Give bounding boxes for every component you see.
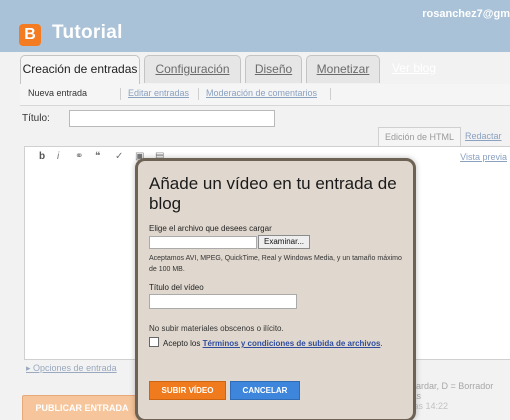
quote-icon[interactable]: ❝ bbox=[95, 151, 100, 162]
terms-suffix: . bbox=[380, 339, 383, 348]
video-title-input[interactable] bbox=[149, 294, 297, 309]
terms-prefix: Acepto los bbox=[163, 339, 201, 348]
dialog-title: Añade un vídeo en tu entrada de blog bbox=[149, 174, 397, 213]
subtab-divider bbox=[198, 88, 199, 100]
terms-row: Acepto los Términos y condiciones de sub… bbox=[149, 337, 404, 349]
title-label: Título: bbox=[22, 113, 50, 124]
bold-button[interactable]: b bbox=[39, 151, 45, 162]
file-prompt: Elige el archivo que desees cargar bbox=[149, 224, 272, 233]
subtab-editar-entradas[interactable]: Editar entradas bbox=[128, 88, 189, 98]
video-title-label: Título del vídeo bbox=[149, 283, 204, 292]
preview-link[interactable]: Vista previa bbox=[460, 152, 507, 162]
terms-link[interactable]: Términos y condiciones de subida de arch… bbox=[203, 339, 381, 348]
subtab-nueva-entrada[interactable]: Nueva entrada bbox=[28, 88, 87, 98]
spellcheck-icon[interactable]: ✓ bbox=[115, 151, 123, 162]
tab-monetizar[interactable]: Monetizar bbox=[306, 55, 380, 83]
subtab-moderacion[interactable]: Moderación de comentarios bbox=[206, 88, 317, 98]
subtab-bar: Nueva entrada Editar entradas Moderación… bbox=[20, 84, 510, 106]
post-options-link[interactable]: ▸ Opciones de entrada bbox=[26, 363, 117, 374]
video-upload-dialog: Añade un vídeo en tu entrada de blog Eli… bbox=[135, 158, 416, 420]
tab-redactar[interactable]: Redactar bbox=[459, 127, 508, 146]
post-options-label: Opciones de entrada bbox=[33, 363, 117, 373]
browse-button[interactable]: Examinar... bbox=[258, 235, 311, 249]
post-title-input[interactable] bbox=[69, 110, 275, 127]
blogger-logo-icon[interactable]: B bbox=[19, 24, 41, 46]
content-warning: No subir materiales obscenos o ilícito. bbox=[149, 324, 284, 333]
link-icon[interactable]: ⚭ bbox=[75, 151, 83, 162]
tab-creacion[interactable]: Creación de entradas bbox=[20, 55, 140, 85]
publish-button[interactable]: PUBLICAR ENTRADA bbox=[22, 395, 142, 420]
format-note: Aceptamos AVI, MPEG, QuickTime, Real y W… bbox=[149, 255, 402, 273]
upload-video-button[interactable]: SUBIR VÍDEO bbox=[149, 381, 226, 400]
tab-diseno[interactable]: Diseño bbox=[245, 55, 302, 83]
blogger-window: B Tutorial rosanchez7@gm Creación de ent… bbox=[0, 0, 510, 420]
tab-configuracion[interactable]: Configuración bbox=[144, 55, 241, 83]
header-bar: B Tutorial rosanchez7@gm bbox=[0, 0, 510, 52]
italic-button[interactable]: i bbox=[57, 151, 59, 162]
cancel-button[interactable]: CANCELAR bbox=[230, 381, 300, 400]
blog-title: Tutorial bbox=[52, 22, 123, 43]
tab-ver-blog[interactable]: Ver blog bbox=[388, 55, 440, 82]
subtab-divider bbox=[330, 88, 331, 100]
terms-checkbox[interactable] bbox=[149, 337, 159, 347]
file-path-input[interactable] bbox=[149, 236, 257, 249]
shortcut-status: Guardar, D = Borrador más bbox=[404, 381, 494, 401]
user-email[interactable]: rosanchez7@gm bbox=[422, 8, 510, 20]
subtab-divider bbox=[120, 88, 121, 100]
tab-edicion-html[interactable]: Edición de HTML bbox=[378, 127, 462, 147]
